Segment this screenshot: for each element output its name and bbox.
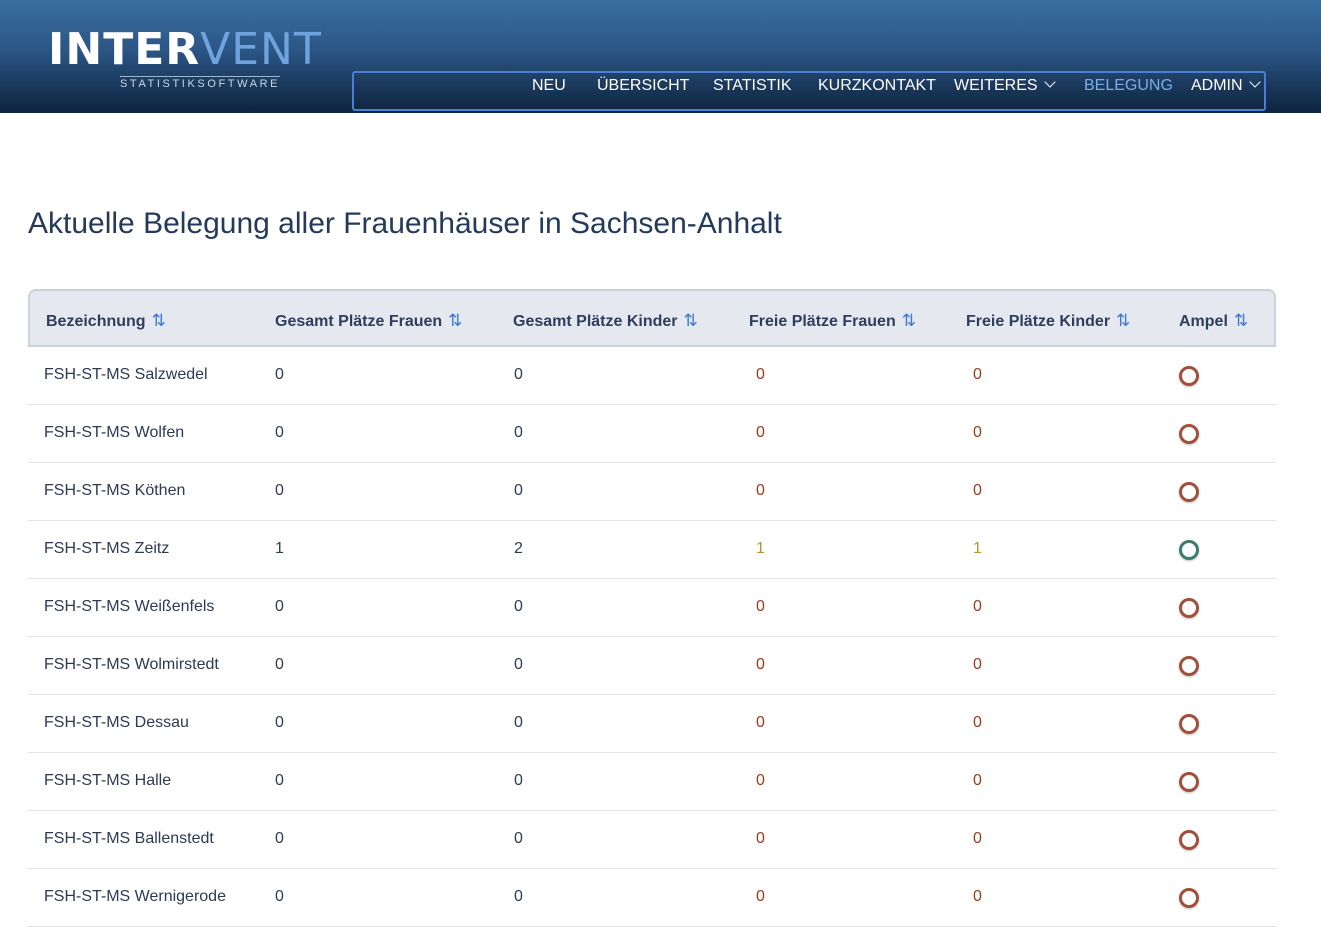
cell-gesamt-frauen: 0: [275, 888, 284, 905]
sort-icon: ⇅: [901, 311, 916, 330]
cell-freie-frauen: 0: [756, 366, 765, 383]
cell-freie-frauen: 0: [756, 830, 765, 847]
cell-bezeichnung: FSH-ST-MS Wolmirstedt: [44, 656, 219, 673]
cell-freie-frauen: 0: [756, 772, 765, 789]
ampel-red-icon: [1179, 714, 1199, 734]
cell-gesamt-frauen: 1: [275, 540, 284, 557]
ampel-red-icon: [1179, 830, 1199, 850]
cell-bezeichnung: FSH-ST-MS Ballenstedt: [44, 830, 214, 847]
cell-freie-frauen: 0: [756, 656, 765, 673]
page-title: Aktuelle Belegung aller Frauenhäuser in …: [28, 207, 782, 240]
sort-icon: ⇅: [448, 311, 462, 330]
cell-bezeichnung: FSH-ST-MS Dessau: [44, 714, 189, 731]
nav-item-kurzkontakt[interactable]: KURZKONTAKT: [818, 77, 936, 95]
nav-item-neu[interactable]: NEU: [532, 77, 566, 95]
cell-gesamt-kinder: 0: [514, 772, 523, 789]
logo-tagline: STATISTIKSOFTWARE: [120, 76, 281, 90]
cell-gesamt-kinder: 0: [514, 482, 523, 499]
table-row: FSH-ST-MS Wolmirstedt 0 0 0 0: [28, 637, 1276, 695]
cell-freie-kinder: 0: [973, 888, 982, 905]
ampel-green-icon: [1179, 540, 1199, 560]
nav-item-weiteres[interactable]: WEITERES: [954, 76, 1056, 95]
column-header-ampel[interactable]: Ampel ⇅: [1179, 311, 1248, 331]
column-header-gesamt-kinder[interactable]: Gesamt Plätze Kinder ⇅: [513, 311, 698, 331]
sort-icon: ⇅: [1116, 311, 1130, 330]
cell-freie-kinder: 0: [973, 424, 982, 441]
ampel-red-icon: [1179, 888, 1199, 908]
cell-freie-kinder: 0: [973, 482, 982, 499]
table-row: FSH-ST-MS Wolfen 0 0 0 0: [28, 405, 1276, 463]
cell-gesamt-kinder: 0: [514, 366, 523, 383]
cell-gesamt-frauen: 0: [275, 772, 284, 789]
cell-bezeichnung: FSH-ST-MS Salzwedel: [44, 366, 208, 383]
column-header-freie-kinder[interactable]: Freie Plätze Kinder ⇅: [966, 311, 1130, 331]
cell-gesamt-frauen: 0: [275, 830, 284, 847]
cell-gesamt-frauen: 0: [275, 424, 284, 441]
cell-gesamt-kinder: 2: [514, 540, 523, 557]
ampel-red-icon: [1179, 482, 1199, 502]
cell-freie-kinder: 0: [973, 598, 982, 615]
cell-gesamt-kinder: 0: [514, 598, 523, 615]
cell-bezeichnung: FSH-ST-MS Weißenfels: [44, 598, 215, 615]
main-nav: NEU ÜBERSICHT STATISTIK KURZKONTAKT WEIT…: [352, 71, 1266, 111]
sort-icon: ⇅: [1233, 311, 1248, 330]
table-row: FSH-ST-MS Weißenfels 0 0 0 0: [28, 579, 1276, 637]
ampel-red-icon: [1179, 424, 1199, 444]
table-row: FSH-ST-MS Köthen 0 0 0 0: [28, 463, 1276, 521]
cell-freie-frauen: 1: [756, 540, 765, 557]
belegung-table: Bezeichnung ⇅ Gesamt Plätze Frauen ⇅ Gesam…: [28, 289, 1276, 927]
nav-item-belegung[interactable]: BELEGUNG: [1084, 77, 1173, 95]
intervent-logo[interactable]: INTERVENT STATISTIKSOFTWARE: [48, 26, 321, 91]
sort-icon: ⇅: [683, 311, 698, 330]
nav-item-uebersicht[interactable]: ÜBERSICHT: [597, 77, 689, 95]
cell-gesamt-frauen: 0: [275, 366, 284, 383]
cell-freie-frauen: 0: [756, 888, 765, 905]
cell-gesamt-kinder: 0: [514, 424, 523, 441]
ampel-red-icon: [1179, 656, 1199, 676]
table-row: FSH-ST-MS Ballenstedt 0 0 0 0: [28, 811, 1276, 869]
ampel-red-icon: [1179, 366, 1199, 386]
table-row: FSH-ST-MS Salzwedel 0 0 0 0: [28, 347, 1276, 405]
table-row: FSH-ST-MS Dessau 0 0 0 0: [28, 695, 1276, 753]
table-row: FSH-ST-MS Zeitz 1 2 1 1: [28, 521, 1276, 579]
column-header-freie-frauen[interactable]: Freie Plätze Frauen ⇅: [749, 311, 916, 331]
cell-freie-kinder: 0: [973, 366, 982, 383]
nav-item-admin[interactable]: ADMIN: [1191, 76, 1261, 95]
sort-icon: ⇅: [151, 311, 166, 330]
cell-freie-frauen: 0: [756, 714, 765, 731]
cell-freie-frauen: 0: [756, 424, 765, 441]
cell-gesamt-kinder: 0: [514, 656, 523, 673]
cell-bezeichnung: FSH-ST-MS Wolfen: [44, 424, 185, 441]
column-header-gesamt-frauen[interactable]: Gesamt Plätze Frauen ⇅: [275, 311, 462, 331]
ampel-red-icon: [1179, 772, 1199, 792]
cell-bezeichnung: FSH-ST-MS Zeitz: [44, 540, 170, 557]
logo-wordmark: INTERVENT: [48, 24, 322, 75]
cell-freie-kinder: 1: [973, 540, 982, 557]
cell-freie-frauen: 0: [756, 598, 765, 615]
cell-gesamt-kinder: 0: [514, 830, 523, 847]
cell-gesamt-frauen: 0: [275, 656, 284, 673]
cell-gesamt-frauen: 0: [275, 482, 284, 499]
cell-bezeichnung: FSH-ST-MS Wernigerode: [44, 888, 226, 905]
ampel-red-icon: [1179, 598, 1199, 618]
nav-item-statistik[interactable]: STATISTIK: [713, 77, 792, 95]
cell-freie-kinder: 0: [973, 656, 982, 673]
cell-freie-kinder: 0: [973, 772, 982, 789]
table-row: FSH-ST-MS Wernigerode 0 0 0 0: [28, 869, 1276, 927]
cell-freie-kinder: 0: [973, 830, 982, 847]
cell-bezeichnung: FSH-ST-MS Halle: [44, 772, 172, 789]
cell-bezeichnung: FSH-ST-MS Köthen: [44, 482, 186, 499]
cell-gesamt-kinder: 0: [514, 714, 523, 731]
chevron-down-icon: [1043, 76, 1056, 88]
cell-gesamt-frauen: 0: [275, 714, 284, 731]
cell-freie-kinder: 0: [973, 714, 982, 731]
app-header: INTERVENT STATISTIKSOFTWARE NEU ÜBERSICH…: [0, 0, 1321, 113]
table-header: Bezeichnung ⇅ Gesamt Plätze Frauen ⇅ Gesam…: [28, 289, 1276, 347]
column-header-bezeichnung[interactable]: Bezeichnung ⇅: [46, 311, 166, 331]
chevron-down-icon: [1248, 76, 1261, 88]
table-row: FSH-ST-MS Halle 0 0 0 0: [28, 753, 1276, 811]
cell-freie-frauen: 0: [756, 482, 765, 499]
cell-gesamt-frauen: 0: [275, 598, 284, 615]
cell-gesamt-kinder: 0: [514, 888, 523, 905]
